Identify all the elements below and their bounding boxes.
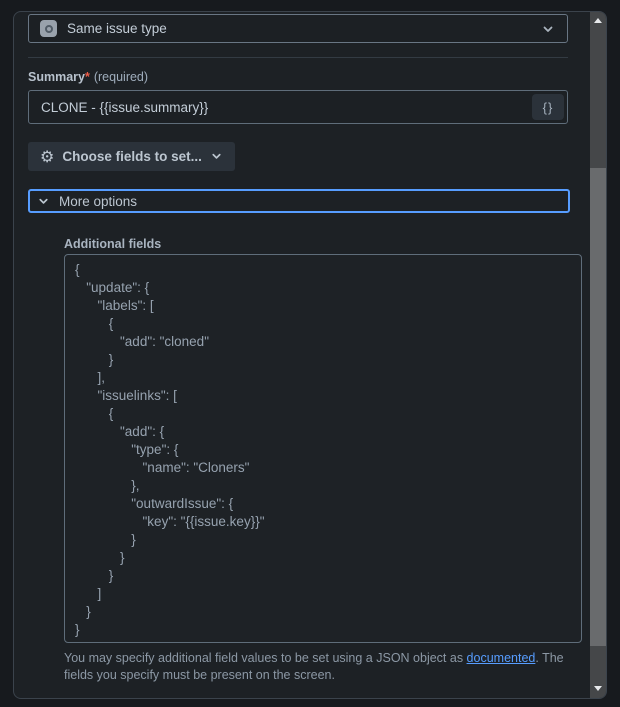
issue-type-select[interactable]: Same issue type (28, 14, 568, 43)
additional-fields-json: { "update": { "labels": [ { "add": "clon… (75, 262, 265, 637)
help-text-before: You may specify additional field values … (64, 651, 467, 665)
scrollbar-up-button[interactable] (590, 12, 606, 29)
automation-config-panel: Same issue type Summary*(required) {} ⚙ … (13, 11, 607, 699)
summary-field-label: Summary* (required) (28, 70, 592, 85)
additional-fields-section: Additional fields { "update": { "labels"… (64, 237, 582, 684)
arrow-down-icon (594, 686, 602, 691)
required-hint: (required) (93, 70, 149, 84)
smart-values-button[interactable]: {} (532, 94, 564, 120)
summary-label-text: Summary (28, 70, 85, 84)
gear-icon: ⚙ (40, 146, 55, 166)
documented-link[interactable]: documented (467, 651, 536, 665)
choose-fields-button[interactable]: ⚙ Choose fields to set... (28, 142, 235, 171)
more-options-label: More options (59, 193, 138, 209)
vertical-scrollbar[interactable] (590, 12, 606, 698)
issue-type-icon (40, 20, 57, 37)
additional-fields-label: Additional fields (64, 237, 162, 251)
choose-fields-label: Choose fields to set... (62, 149, 202, 164)
arrow-up-icon (594, 18, 602, 23)
issue-type-select-value: Same issue type (67, 21, 167, 36)
additional-fields-help: You may specify additional field values … (64, 650, 592, 684)
form-content: Same issue type Summary*(required) {} ⚙ … (14, 12, 592, 698)
additional-fields-textarea[interactable]: { "update": { "labels": [ { "add": "clon… (64, 254, 582, 643)
summary-input-wrapper: {} (28, 90, 568, 124)
chevron-down-icon (543, 26, 553, 32)
required-asterisk: * (84, 70, 90, 84)
scrollbar-down-button[interactable] (590, 680, 606, 697)
chevron-down-icon (212, 153, 221, 159)
summary-input[interactable] (29, 91, 532, 123)
scrollbar-thumb[interactable] (590, 168, 606, 646)
more-options-toggle[interactable]: More options (28, 189, 570, 213)
section-divider (28, 57, 568, 58)
chevron-down-icon (39, 198, 48, 204)
